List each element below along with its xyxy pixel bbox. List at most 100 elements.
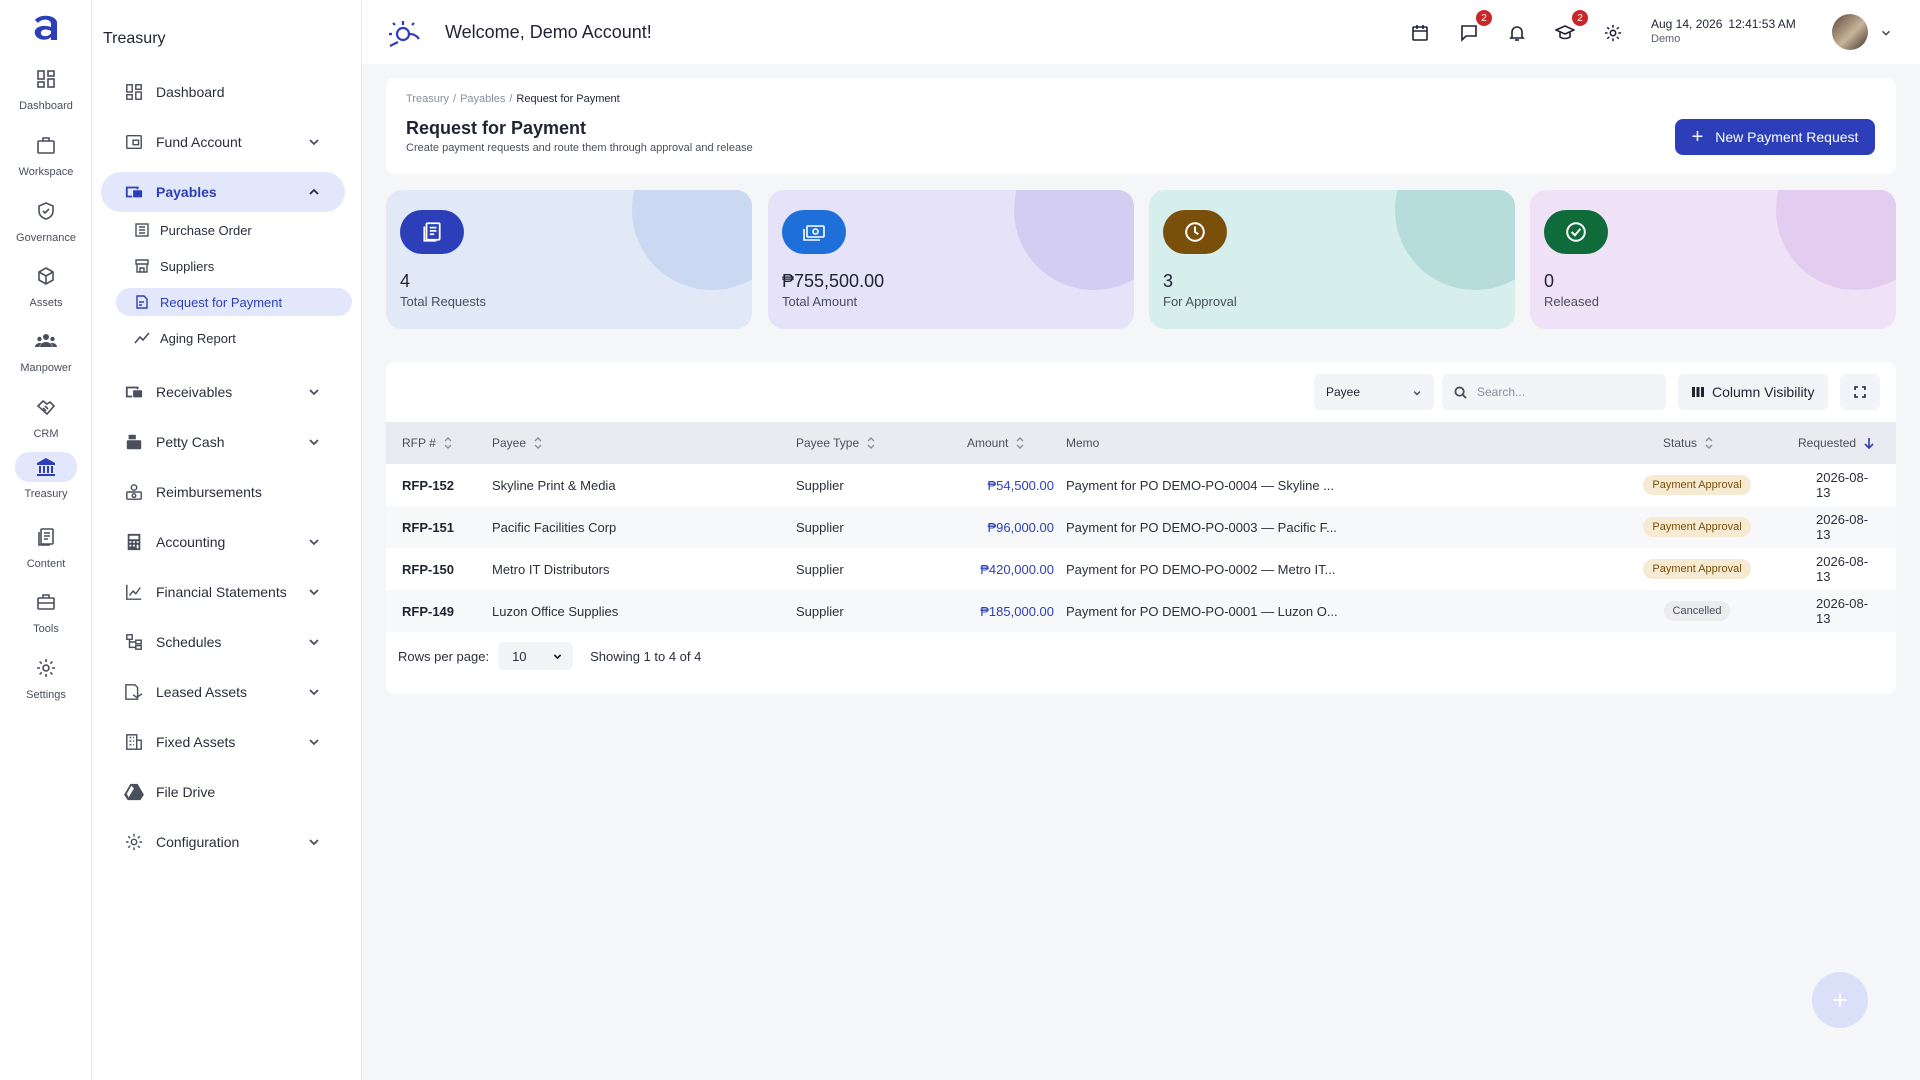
table-row[interactable]: RFP-152 Skyline Print & Media Supplier ₱… xyxy=(386,464,1896,506)
sidebar-item-dashboard[interactable]: Dashboard xyxy=(101,72,345,112)
sidebar-item-fixed-assets[interactable]: Fixed Assets xyxy=(101,722,345,762)
sidebar-item-configuration[interactable]: Configuration xyxy=(101,822,345,862)
sidebar-subitem-suppliers[interactable]: Suppliers xyxy=(116,252,352,280)
filter-field-select[interactable]: Payee xyxy=(1314,374,1434,410)
chart-icon xyxy=(126,584,142,600)
rail-label: Content xyxy=(26,558,66,570)
sidebar-subitem-request-for-payment[interactable]: Request for Payment xyxy=(116,288,352,316)
button-label: New Payment Request xyxy=(1715,129,1859,145)
learning-badge: 2 xyxy=(1572,10,1588,26)
sidebar-item-receivables[interactable]: Receivables xyxy=(101,372,345,412)
new-payment-request-button[interactable]: + New Payment Request xyxy=(1675,119,1875,155)
gear-icon xyxy=(1604,24,1622,42)
chevron-down-icon[interactable] xyxy=(1880,27,1892,39)
notifications-button[interactable] xyxy=(1506,22,1528,44)
table-row[interactable]: RFP-150 Metro IT Distributors Supplier ₱… xyxy=(386,548,1896,590)
chevron-down-icon xyxy=(309,389,319,396)
column-header-memo: Memo xyxy=(1066,422,1099,464)
column-header-payee-type[interactable]: Payee Type xyxy=(796,422,875,464)
cell-amount: ₱185,000.00 xyxy=(980,603,1054,619)
calendar-button[interactable] xyxy=(1409,22,1431,44)
dashboard-icon xyxy=(126,84,142,100)
rail-item-content[interactable]: Content xyxy=(0,522,92,578)
rail-item-crm[interactable]: CRM xyxy=(0,392,92,448)
bell-icon xyxy=(1509,26,1525,41)
sidebar-item-financial-statements[interactable]: Financial Statements xyxy=(101,572,345,612)
column-header-requested[interactable]: Requested xyxy=(1798,422,1874,464)
sidebar-item-accounting[interactable]: Accounting xyxy=(101,522,345,562)
rail-item-assets[interactable]: Assets xyxy=(0,261,92,317)
column-visibility-button[interactable]: Column Visibility xyxy=(1678,374,1828,410)
sidebar-item-fund-account[interactable]: Fund Account xyxy=(101,122,345,162)
learning-button[interactable]: 2 xyxy=(1554,10,1588,44)
search-input[interactable] xyxy=(1477,385,1657,399)
sidebar-item-leased-assets[interactable]: Leased Assets xyxy=(101,672,345,712)
plus-icon: + xyxy=(1832,984,1848,1015)
cell-status: Payment Approval xyxy=(1632,548,1762,590)
page-subtitle: Create payment requests and route them t… xyxy=(406,142,753,154)
settings-button[interactable] xyxy=(1602,22,1624,44)
table-row[interactable]: RFP-151 Pacific Facilities Corp Supplier… xyxy=(386,506,1896,548)
calendar-icon xyxy=(1412,25,1428,41)
rail-item-treasury[interactable]: Treasury xyxy=(0,452,92,508)
cube-icon xyxy=(38,267,54,285)
rail-item-dashboard[interactable]: Dashboard xyxy=(0,64,92,120)
sidebar-item-schedules[interactable]: Schedules xyxy=(101,622,345,662)
sidebar-item-label: File Drive xyxy=(156,784,216,800)
datetime-display: Aug 14, 2026 12:41:53 AM xyxy=(1651,17,1796,31)
column-label: Amount xyxy=(967,436,1009,450)
sidebar-item-petty-cash[interactable]: Petty Cash xyxy=(101,422,345,462)
rail-item-manpower[interactable]: Manpower xyxy=(0,326,92,382)
floating-add-button[interactable]: + xyxy=(1812,972,1868,1028)
requests-table-card: Payee Column Visibility RFP # Payee Paye… xyxy=(386,362,1896,694)
column-header-status[interactable]: Status xyxy=(1663,422,1713,464)
chevron-up-icon xyxy=(309,188,319,195)
graduation-cap-icon xyxy=(1555,25,1575,40)
cell-rfp: RFP-152 xyxy=(402,477,455,493)
people-icon xyxy=(35,334,57,347)
stat-card-total-amount: ₱755,500.00 Total Amount xyxy=(768,190,1134,329)
column-label: Payee Type xyxy=(796,436,860,450)
chevron-down-icon xyxy=(309,839,319,846)
status-badge: Payment Approval xyxy=(1643,517,1751,537)
rail-item-settings[interactable]: Settings xyxy=(0,653,92,709)
chevron-down-icon xyxy=(553,654,562,660)
column-header-payee[interactable]: Payee xyxy=(492,422,542,464)
column-header-rfp[interactable]: RFP # xyxy=(402,422,452,464)
card-decoration xyxy=(632,190,752,290)
messages-button[interactable]: 2 xyxy=(1458,10,1492,44)
page-header: Treasury / Payables / Request for Payment Re… xyxy=(386,78,1896,174)
welcome-text: Welcome, Demo Account! xyxy=(445,22,652,42)
breadcrumb-link[interactable]: Payables xyxy=(460,93,505,105)
avatar[interactable] xyxy=(1832,14,1868,50)
chevron-down-icon xyxy=(309,139,319,146)
sidebar-item-file-drive[interactable]: File Drive xyxy=(101,772,345,812)
fullscreen-button[interactable] xyxy=(1840,374,1880,410)
sidebar-subitem-purchase-order[interactable]: Purchase Order xyxy=(116,216,352,244)
gear-icon xyxy=(37,659,55,677)
app-logo[interactable] xyxy=(27,10,65,48)
cell-payee: Pacific Facilities Corp xyxy=(492,519,617,535)
rail-item-tools[interactable]: Tools xyxy=(0,587,92,643)
sort-icon xyxy=(534,437,542,449)
sidebar-item-payables[interactable]: Payables xyxy=(101,172,345,212)
chat-icon xyxy=(1461,25,1477,42)
cell-payee: Luzon Office Supplies xyxy=(492,603,619,619)
status-badge: Payment Approval xyxy=(1643,475,1751,495)
sidebar-subitem-aging-report[interactable]: Aging Report xyxy=(116,324,352,352)
rail-item-workspace[interactable]: Workspace xyxy=(0,130,92,186)
card-decoration xyxy=(1776,190,1896,290)
table-row[interactable]: RFP-149 Luzon Office Supplies Supplier ₱… xyxy=(386,590,1896,632)
column-header-amount[interactable]: Amount xyxy=(967,422,1024,464)
cell-payee-type: Supplier xyxy=(796,603,844,619)
document-edit-icon xyxy=(136,295,148,309)
card-icon-badge xyxy=(1163,210,1227,254)
cell-status: Payment Approval xyxy=(1632,506,1762,548)
cell-payee-type: Supplier xyxy=(796,561,844,577)
breadcrumb-link[interactable]: Treasury xyxy=(406,93,449,105)
sidebar-item-reimbursements[interactable]: Reimbursements xyxy=(101,472,345,512)
rail-item-governance[interactable]: Governance xyxy=(0,196,92,252)
rows-per-page-select[interactable]: 10 xyxy=(498,642,574,670)
sort-icon xyxy=(444,437,452,449)
document-icon xyxy=(38,528,54,546)
